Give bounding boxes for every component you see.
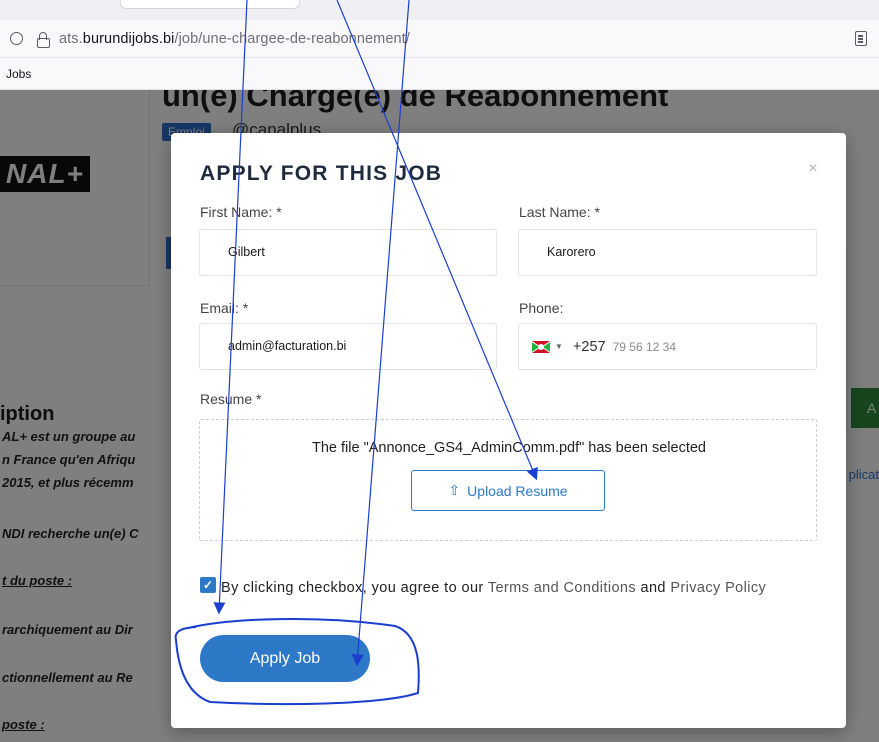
terms-text: By clicking checkbox, you agree to our T…: [221, 577, 821, 599]
last-name-label: Last Name: *: [519, 204, 600, 220]
resume-status: The file "Annonce_GS4_AdminComm.pdf" has…: [312, 440, 706, 456]
upload-icon: ⇧: [448, 482, 461, 498]
phone-input[interactable]: ▼ +257 79 56 12 34: [518, 323, 817, 370]
address-bar[interactable]: ats.burundijobs.bi/job/une-chargee-de-re…: [0, 20, 879, 58]
modal-title: APPLY FOR THIS JOB: [200, 162, 443, 185]
dial-code: +257: [572, 338, 606, 355]
email-input[interactable]: admin@facturation.bi: [199, 323, 497, 370]
active-tab[interactable]: [120, 0, 300, 9]
checkmark-icon: ✓: [202, 578, 214, 592]
apply-job-button[interactable]: Apply Job: [200, 635, 370, 682]
url-prefix: ats.: [59, 30, 83, 47]
bookmark-jobs[interactable]: Jobs: [6, 67, 31, 81]
caret-down-icon[interactable]: ▼: [555, 342, 563, 351]
lock-icon[interactable]: [37, 31, 50, 48]
privacy-link[interactable]: Privacy Policy: [670, 580, 766, 596]
apply-modal: APPLY FOR THIS JOB × First Name: * Gilbe…: [171, 133, 846, 728]
terms-link[interactable]: Terms and Conditions: [488, 580, 636, 596]
bookmarks-bar: Jobs: [0, 58, 879, 90]
first-name-label: First Name: *: [200, 204, 282, 220]
upload-resume-label: Upload Resume: [467, 482, 568, 499]
shield-icon[interactable]: [10, 32, 23, 45]
email-label: Email: *: [200, 300, 249, 316]
resume-dropzone[interactable]: The file "Annonce_GS4_AdminComm.pdf" has…: [199, 419, 817, 541]
close-icon[interactable]: ×: [805, 161, 821, 177]
url-text[interactable]: ats.burundijobs.bi/job/une-chargee-de-re…: [59, 31, 410, 47]
reader-view-icon[interactable]: [855, 31, 867, 46]
upload-resume-button[interactable]: ⇧ Upload Resume: [411, 470, 605, 511]
terms-checkbox[interactable]: ✓: [200, 577, 216, 593]
last-name-input[interactable]: Karorero: [518, 229, 817, 276]
url-path: /job/une-chargee-de-reabonnement/: [174, 30, 410, 47]
url-domain: burundijobs.bi: [82, 30, 175, 47]
resume-label: Resume *: [200, 391, 262, 407]
terms-prefix: By clicking checkbox, you agree to our: [221, 580, 488, 596]
terms-and: and: [636, 580, 671, 596]
first-name-input[interactable]: Gilbert: [199, 229, 497, 276]
phone-label: Phone:: [519, 300, 564, 316]
phone-placeholder[interactable]: 79 56 12 34: [613, 340, 676, 354]
burundi-flag-icon[interactable]: [532, 340, 550, 353]
tab-strip: [0, 0, 879, 20]
